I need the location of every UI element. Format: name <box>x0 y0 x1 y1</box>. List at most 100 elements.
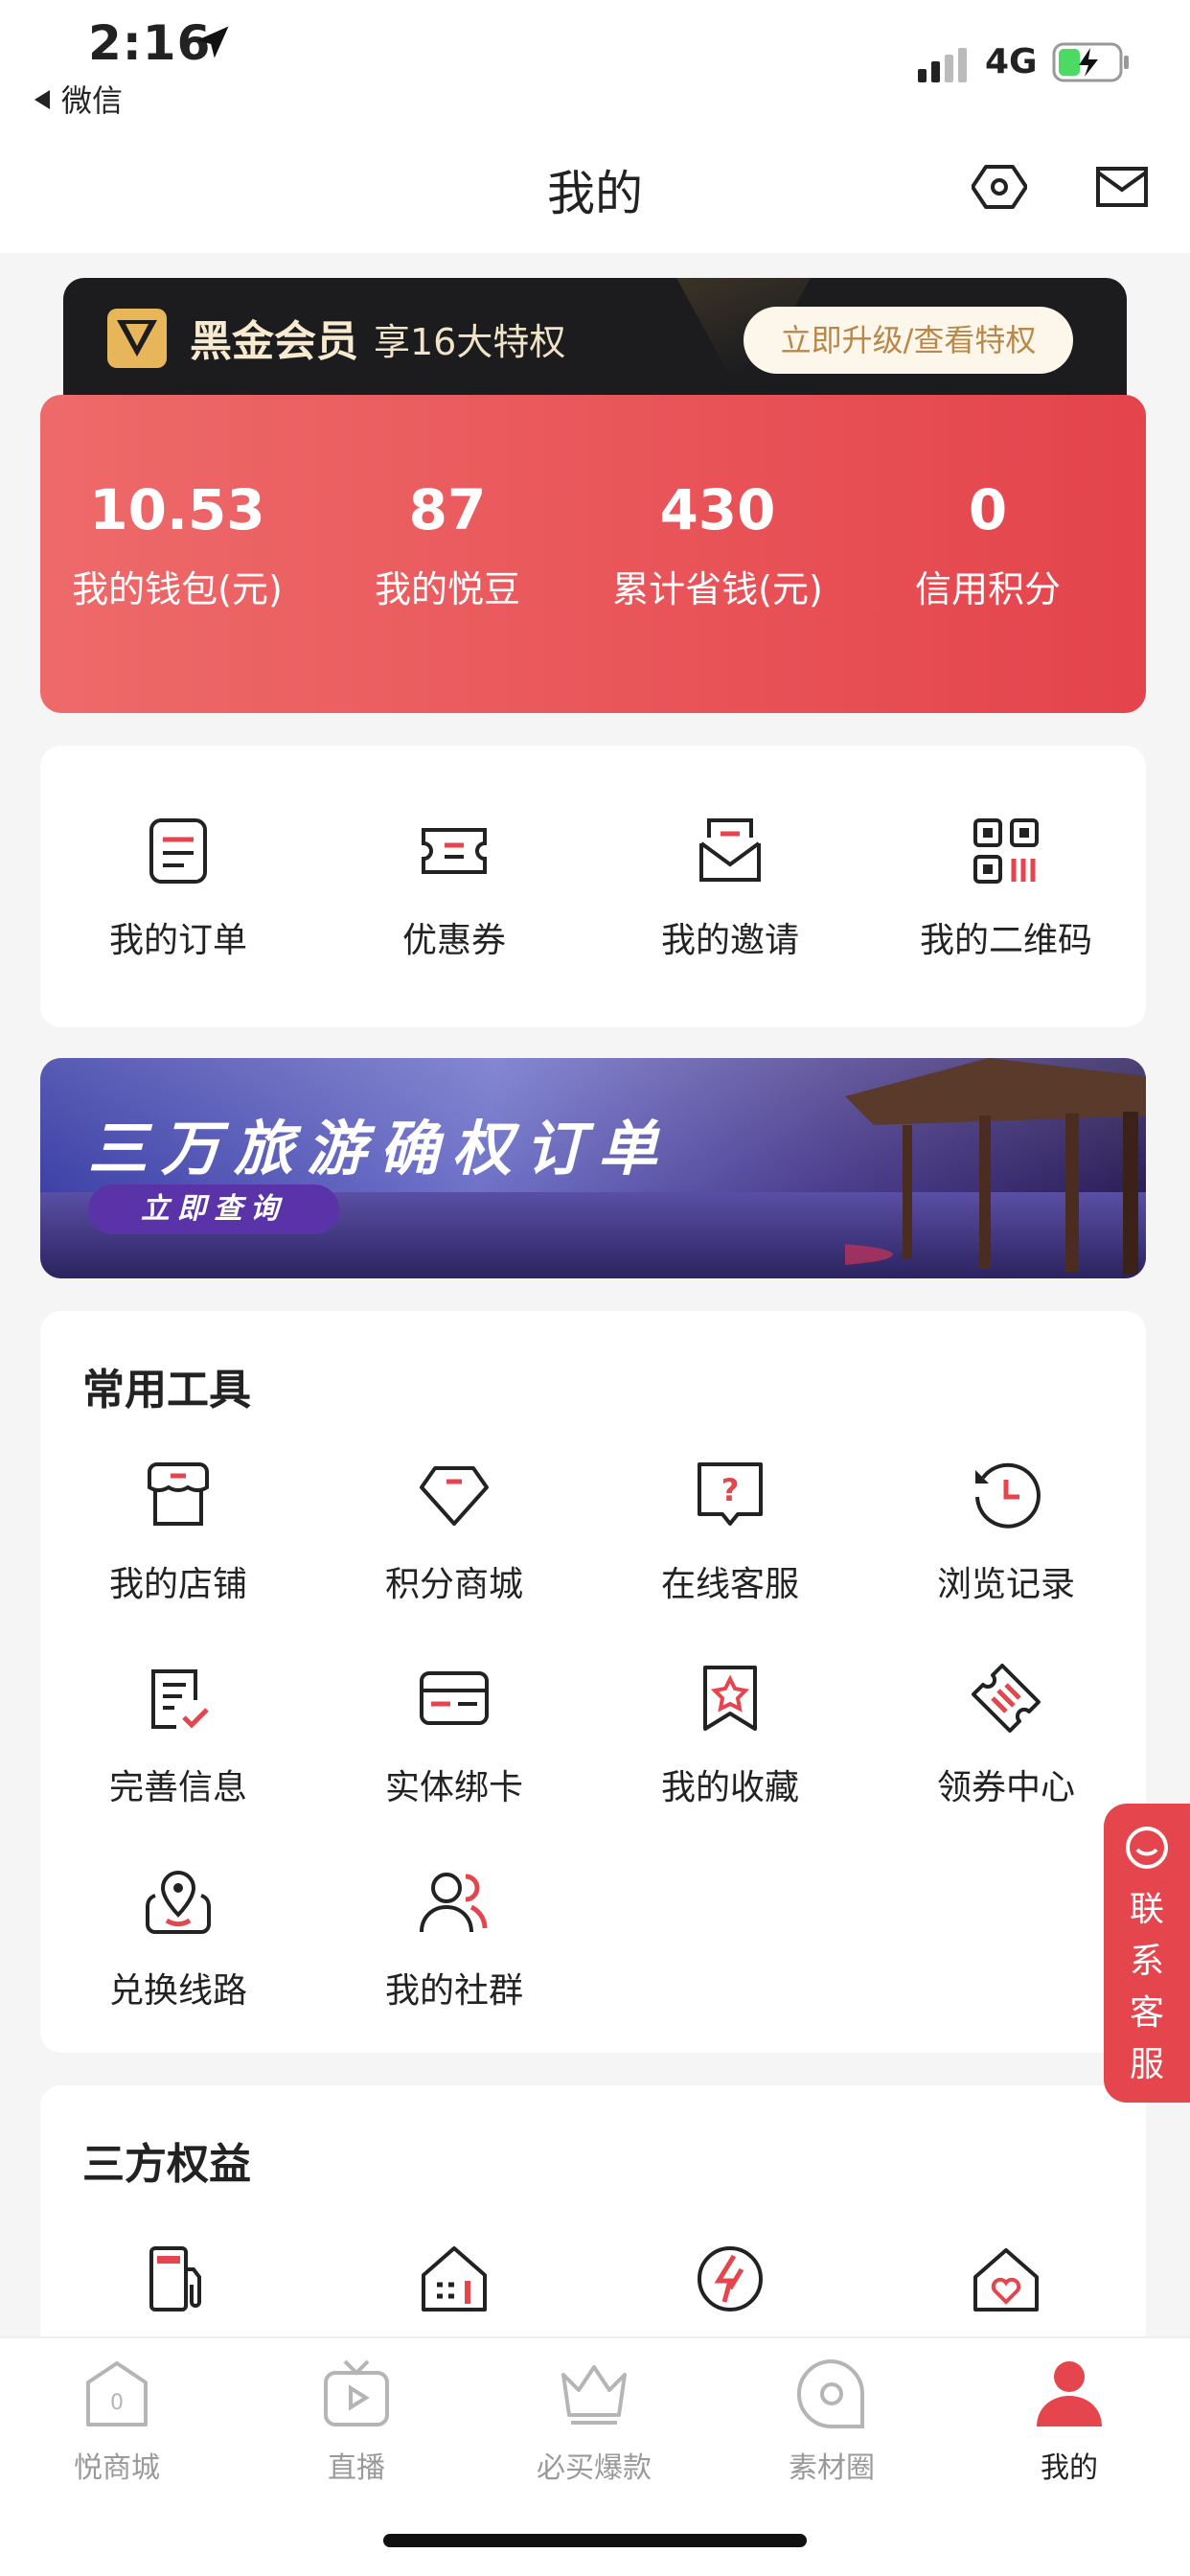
tab-yue-mall[interactable]: 0 悦商城 <box>21 2356 213 2486</box>
quick-invites[interactable]: 我的邀请 <box>592 815 868 962</box>
float-char: 联 <box>1129 1890 1164 1929</box>
float-char: 客 <box>1129 1993 1164 2033</box>
tool-bind-card[interactable]: 实体绑卡 <box>316 1662 592 1809</box>
quick-my-orders[interactable]: 我的订单 <box>40 815 316 962</box>
tab-label: 我的 <box>1041 2451 1098 2485</box>
order-icon <box>149 818 207 884</box>
store-icon <box>148 1462 209 1526</box>
stat-value: 430 <box>659 477 776 542</box>
lightning-icon <box>698 2246 763 2312</box>
stat-beans[interactable]: 87 我的悦豆 <box>318 477 577 612</box>
chat-bubble-icon <box>1126 1827 1168 1869</box>
top-bar: 2:16 微信 4G 我的 <box>0 0 1190 253</box>
edit-info-icon <box>151 1669 209 1729</box>
location-icon <box>146 1870 211 1934</box>
quick-entry-card: 我的订单 优惠券 我的邀请 我的二维码 <box>40 746 1146 1027</box>
home-indicator[interactable] <box>383 2534 807 2547</box>
right-item-building[interactable] <box>316 2242 592 2319</box>
stat-label: 累计省钱(元) <box>612 568 823 610</box>
tab-mine[interactable]: 我的 <box>973 2356 1165 2486</box>
right-item-power[interactable] <box>592 2242 868 2319</box>
svg-text:0: 0 <box>110 2391 124 2415</box>
ticket-icon <box>972 1664 1041 1733</box>
tab-label: 直播 <box>328 2451 385 2485</box>
group-icon <box>420 1873 488 1933</box>
card-icon <box>420 1671 489 1725</box>
back-to-wechat[interactable]: 微信 <box>34 77 123 121</box>
stat-saved[interactable]: 430 累计省钱(元) <box>588 477 847 612</box>
stats-card: 10.53 我的钱包(元) 87 我的悦豆 430 累计省钱(元) 0 信用积分 <box>40 395 1146 713</box>
float-char: 系 <box>1129 1942 1164 1981</box>
quick-label: 我的二维码 <box>919 921 1092 960</box>
tool-my-store[interactable]: 我的店铺 <box>40 1459 316 1606</box>
pavilion-image <box>845 1058 1146 1275</box>
quick-label: 我的订单 <box>108 921 247 960</box>
tool-online-service[interactable]: ? 在线客服 <box>592 1459 868 1606</box>
building-icon <box>422 2246 487 2312</box>
tool-label: 我的店铺 <box>108 1565 247 1604</box>
diamond-icon <box>420 1466 489 1526</box>
tool-label: 在线客服 <box>660 1565 799 1604</box>
crown-icon <box>561 2365 627 2425</box>
quick-label: 优惠券 <box>401 921 506 960</box>
tool-my-community[interactable]: 我的社群 <box>316 1865 592 2012</box>
floating-contact-service[interactable]: 联 系 客 服 <box>1104 1804 1190 2103</box>
tool-coupon-center[interactable]: 领券中心 <box>868 1662 1144 1809</box>
stat-credit[interactable]: 0 信用积分 <box>858 477 1117 612</box>
stat-label: 我的悦豆 <box>374 568 520 610</box>
tab-bestsellers[interactable]: 必买爆款 <box>498 2356 690 2486</box>
tool-exchange-route[interactable]: 兑换线路 <box>40 1865 316 2012</box>
location-arrow-icon <box>196 26 229 58</box>
tool-complete-info[interactable]: 完善信息 <box>40 1662 316 1809</box>
quick-coupons[interactable]: 优惠券 <box>316 815 592 962</box>
rights-card: 三方权益 <box>40 2085 1146 2354</box>
promo-banner[interactable]: 三万旅游确权订单 立即查询 <box>40 1058 1146 1278</box>
stat-wallet[interactable]: 10.53 我的钱包(元) <box>48 477 307 612</box>
stat-value: 87 <box>408 477 487 542</box>
promo-query-button[interactable]: 立即查询 <box>88 1184 339 1234</box>
rights-title: 三方权益 <box>82 2140 251 2189</box>
fuel-pump-icon <box>149 2246 201 2312</box>
member-privileges: 享16大特权 <box>374 321 566 363</box>
float-char: 服 <box>1129 2045 1164 2084</box>
stat-value: 0 <box>968 477 1008 542</box>
message-envelope-icon[interactable] <box>1094 159 1150 215</box>
qrcode-icon <box>973 818 1039 884</box>
tool-label: 浏览记录 <box>936 1565 1075 1604</box>
back-app-label: 微信 <box>61 82 124 119</box>
stat-value: 10.53 <box>89 477 265 542</box>
upgrade-button[interactable]: 立即升级/查看特权 <box>744 307 1073 374</box>
tool-label: 我的收藏 <box>660 1768 799 1807</box>
right-item-fuel[interactable] <box>40 2242 316 2319</box>
right-item-home[interactable] <box>868 2242 1144 2319</box>
tool-label: 兑换线路 <box>108 1971 247 2011</box>
settings-hexagon-icon[interactable] <box>972 159 1027 215</box>
invite-icon <box>699 818 761 882</box>
shop-home-icon: 0 <box>86 2361 148 2426</box>
vip-member-banner[interactable]: 黑金会员 享16大特权 立即升级/查看特权 <box>63 278 1127 401</box>
tab-materials[interactable]: 素材圈 <box>736 2356 927 2486</box>
coupon-icon <box>422 828 487 874</box>
quick-label: 我的邀请 <box>660 921 799 960</box>
heart-house-icon <box>973 2248 1039 2312</box>
tab-label: 素材圈 <box>789 2451 875 2485</box>
quick-qrcode[interactable]: 我的二维码 <box>868 815 1144 962</box>
tool-label: 完善信息 <box>108 1768 247 1807</box>
help-chat-icon: ? <box>698 1462 763 1526</box>
promo-title: 三万旅游确权订单 <box>88 1114 672 1184</box>
tool-label: 积分商城 <box>384 1565 523 1604</box>
tool-history[interactable]: 浏览记录 <box>868 1459 1144 1606</box>
stat-label: 我的钱包(元) <box>72 568 283 610</box>
tool-my-favorites[interactable]: 我的收藏 <box>592 1662 868 1809</box>
tool-label: 实体绑卡 <box>384 1768 523 1807</box>
bookmark-star-icon <box>703 1666 757 1731</box>
history-icon <box>975 1462 1041 1529</box>
tool-label: 领券中心 <box>936 1768 1075 1807</box>
stat-label: 信用积分 <box>914 568 1061 610</box>
network-type: 4G <box>985 42 1038 81</box>
tab-live[interactable]: 直播 <box>261 2356 452 2486</box>
tools-title: 常用工具 <box>82 1366 251 1414</box>
tool-label: 我的社群 <box>384 1971 523 2011</box>
tool-points-mall[interactable]: 积分商城 <box>316 1459 592 1606</box>
svg-text:?: ? <box>721 1472 740 1508</box>
